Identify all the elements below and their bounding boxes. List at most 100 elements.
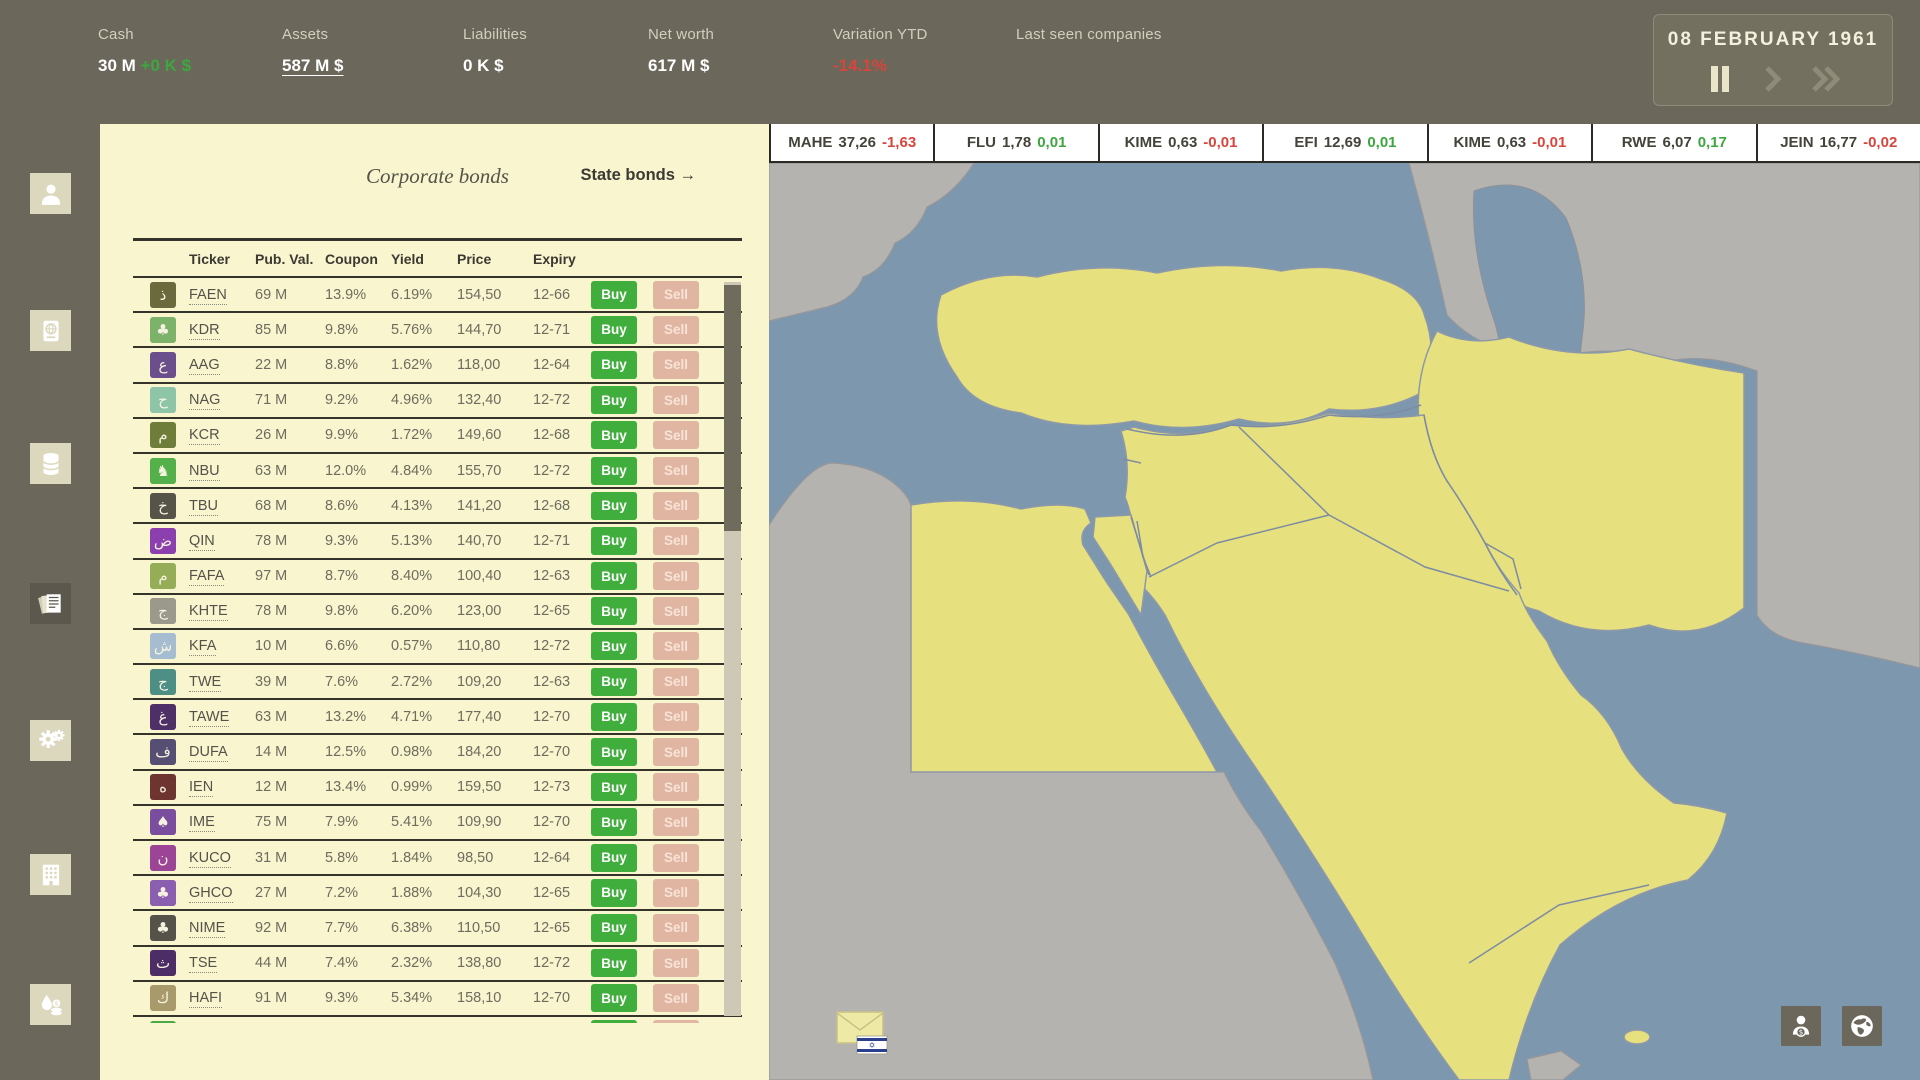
bond-ticker-link[interactable]: TAWE — [179, 709, 245, 725]
buy-button[interactable]: Buy — [591, 668, 637, 696]
bond-ticker-link[interactable]: FAEN — [179, 287, 245, 303]
buy-button[interactable]: Buy — [591, 632, 637, 660]
buy-button[interactable]: Buy — [591, 914, 637, 942]
sell-button[interactable]: Sell — [653, 492, 699, 520]
buy-button[interactable]: Buy — [591, 527, 637, 555]
sell-button[interactable]: Sell — [653, 668, 699, 696]
sidebar-item-profile[interactable] — [30, 173, 71, 214]
sell-button[interactable]: Sell — [653, 421, 699, 449]
ticker-change: 0,01 — [1367, 134, 1396, 151]
bond-ticker-link[interactable]: HAFI — [179, 990, 245, 1006]
assets-value[interactable]: 587 M $ — [282, 56, 343, 75]
coupon-cell: 9.8% — [315, 322, 381, 338]
financier-button[interactable]: $ — [1781, 1006, 1821, 1046]
sell-button[interactable]: Sell — [653, 632, 699, 660]
sell-button[interactable]: Sell — [653, 457, 699, 485]
sell-button[interactable]: Sell — [653, 703, 699, 731]
state-bonds-link[interactable]: State bonds → — [510, 166, 742, 185]
buy-button[interactable]: Buy — [591, 316, 637, 344]
sell-button[interactable]: Sell — [653, 738, 699, 766]
buy-button[interactable]: Buy — [591, 773, 637, 801]
middle-east-map[interactable] — [769, 163, 1920, 1080]
sidebar-item-reports[interactable] — [30, 583, 71, 624]
sell-button[interactable]: Sell — [653, 351, 699, 379]
bond-ticker-link[interactable]: GHCO — [179, 885, 245, 901]
coupon-cell: 9.9% — [315, 427, 381, 443]
bond-ticker-link[interactable]: NBU — [179, 463, 245, 479]
sidebar-item-commodities[interactable]: $ — [30, 984, 71, 1025]
sell-button[interactable]: Sell — [653, 984, 699, 1012]
sell-button[interactable]: Sell — [653, 949, 699, 977]
company-icon: ع — [150, 352, 176, 378]
sell-button[interactable]: Sell — [653, 1020, 699, 1023]
bond-ticker-link[interactable]: FAFA — [179, 568, 245, 584]
sell-button[interactable]: Sell — [653, 562, 699, 590]
bond-ticker-link[interactable]: TSE — [179, 955, 245, 971]
world-button[interactable] — [1842, 1006, 1882, 1046]
bond-ticker-link[interactable]: IME — [179, 814, 245, 830]
bond-ticker-link[interactable]: KFA — [179, 638, 245, 654]
sell-button[interactable]: Sell — [653, 808, 699, 836]
bond-ticker-link[interactable]: IEN — [179, 779, 245, 795]
scrollbar-thumb[interactable] — [724, 285, 741, 531]
bond-ticker-link[interactable]: QIN — [179, 533, 245, 549]
table-row: ♣ KDR 85 M 9.8% 5.76% 144,70 12-71 Buy S… — [133, 313, 742, 348]
sell-button[interactable]: Sell — [653, 527, 699, 555]
buy-button[interactable]: Buy — [591, 703, 637, 731]
buy-button[interactable]: Buy — [591, 738, 637, 766]
sell-button[interactable]: Sell — [653, 597, 699, 625]
buy-button[interactable]: Buy — [591, 879, 637, 907]
ticker-cell[interactable]: KIME 0,63 -0,01 — [1100, 124, 1262, 161]
buy-button[interactable]: Buy — [591, 562, 637, 590]
bond-ticker-link[interactable]: DUFA — [179, 744, 245, 760]
buy-button[interactable]: Buy — [591, 808, 637, 836]
sidebar-item-passport[interactable] — [30, 310, 71, 351]
buy-button[interactable]: Buy — [591, 492, 637, 520]
buy-button[interactable]: Buy — [591, 351, 637, 379]
bond-ticker-link[interactable]: KCR — [179, 427, 245, 443]
play-button[interactable] — [1755, 65, 1791, 93]
buy-button[interactable]: Buy — [591, 1020, 637, 1023]
bond-ticker-link[interactable]: TBU — [179, 498, 245, 514]
sidebar-item-settings[interactable] — [30, 720, 71, 761]
sell-button[interactable]: Sell — [653, 879, 699, 907]
ticker-cell[interactable]: FLU 1,78 0,01 — [935, 124, 1097, 161]
bond-ticker-link[interactable]: KHTE — [179, 603, 245, 619]
sidebar-item-companies[interactable] — [30, 854, 71, 895]
mail-event-marker[interactable]: ✡ — [835, 1008, 895, 1060]
sell-button[interactable]: Sell — [653, 773, 699, 801]
sidebar-item-resources[interactable] — [30, 443, 71, 484]
ticker-cell[interactable]: MAHE 37,26 -1,63 — [771, 124, 933, 161]
sell-button[interactable]: Sell — [653, 281, 699, 309]
buy-button[interactable]: Buy — [591, 984, 637, 1012]
sell-button[interactable]: Sell — [653, 386, 699, 414]
bond-ticker-link[interactable]: AAG — [179, 357, 245, 373]
buy-button[interactable]: Buy — [591, 281, 637, 309]
ticker-cell[interactable]: EFI 12,69 0,01 — [1264, 124, 1426, 161]
fast-forward-button[interactable] — [1808, 65, 1844, 93]
buy-button[interactable]: Buy — [591, 844, 637, 872]
scrollbar-track[interactable] — [724, 282, 741, 1016]
buy-button[interactable]: Buy — [591, 457, 637, 485]
coupon-cell: 8.6% — [315, 498, 381, 514]
buy-button[interactable]: Buy — [591, 949, 637, 977]
bond-ticker-link[interactable]: NAG — [179, 392, 245, 408]
bond-ticker-link[interactable]: KUCO — [179, 850, 245, 866]
buy-button[interactable]: Buy — [591, 386, 637, 414]
variation-label: Variation YTD — [833, 26, 928, 43]
buy-button[interactable]: Buy — [591, 597, 637, 625]
sell-button[interactable]: Sell — [653, 316, 699, 344]
buy-button[interactable]: Buy — [591, 421, 637, 449]
ticker-cell[interactable]: RWE 6,07 0,17 — [1593, 124, 1755, 161]
ticker-cell[interactable]: JEIN 16,77 -0,02 — [1758, 124, 1920, 161]
pause-button[interactable] — [1702, 65, 1738, 93]
sell-button[interactable]: Sell — [653, 914, 699, 942]
coupon-cell: 7.6% — [315, 674, 381, 690]
bond-ticker-link[interactable]: KDR — [179, 322, 245, 338]
ticker-cell[interactable]: KIME 0,63 -0,01 — [1429, 124, 1591, 161]
company-icon: ه — [150, 774, 176, 800]
sell-button[interactable]: Sell — [653, 844, 699, 872]
bond-ticker-link[interactable]: TWE — [179, 674, 245, 690]
ticker-symbol: KIME — [1125, 134, 1163, 151]
bond-ticker-link[interactable]: NIME — [179, 920, 245, 936]
